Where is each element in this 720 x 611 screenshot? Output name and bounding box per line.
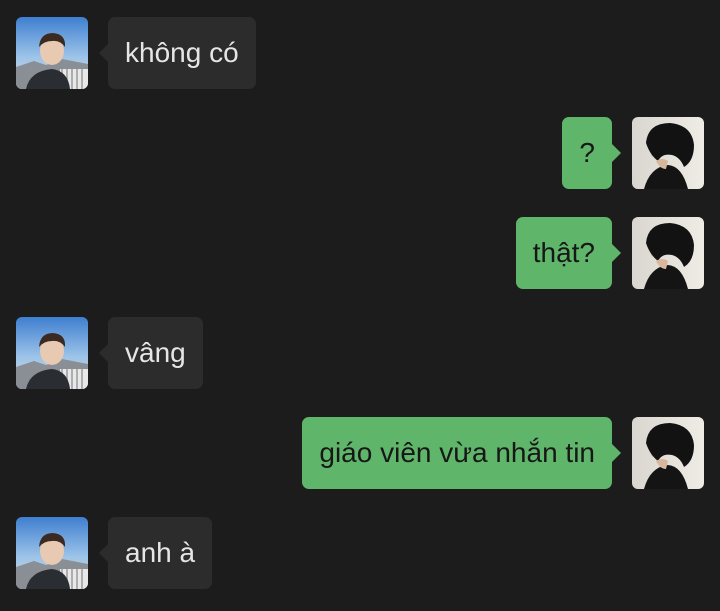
message-bubble[interactable]: anh à (98, 517, 213, 589)
self-avatar[interactable] (632, 217, 704, 289)
contact-avatar-image (16, 17, 88, 89)
self-avatar[interactable] (632, 417, 704, 489)
contact-avatar-image (16, 517, 88, 589)
message-row-outgoing: ? (0, 117, 720, 189)
message-row-outgoing: giáo viên vừa nhắn tin (0, 417, 720, 489)
contact-avatar[interactable] (16, 17, 88, 89)
contact-avatar[interactable] (16, 517, 88, 589)
self-avatar[interactable] (632, 117, 704, 189)
chat-thread: không có ? thật? vâng giáo viên vừa nhắn… (0, 0, 720, 611)
message-row-incoming: vâng (0, 317, 720, 389)
self-avatar-image (632, 217, 704, 289)
message-row-outgoing: thật? (0, 217, 720, 289)
contact-avatar[interactable] (16, 317, 88, 389)
message-row-incoming: anh à (0, 517, 720, 589)
message-row-incoming: không có (0, 17, 720, 89)
self-avatar-image (632, 417, 704, 489)
message-bubble[interactable]: không có (99, 17, 256, 89)
message-bubble[interactable]: thật? (515, 217, 622, 289)
message-bubble[interactable]: vâng (99, 317, 203, 389)
message-bubble[interactable]: ? (562, 117, 621, 189)
contact-avatar-image (16, 317, 88, 389)
message-bubble[interactable]: giáo viên vừa nhắn tin (302, 417, 621, 489)
self-avatar-image (632, 117, 704, 189)
